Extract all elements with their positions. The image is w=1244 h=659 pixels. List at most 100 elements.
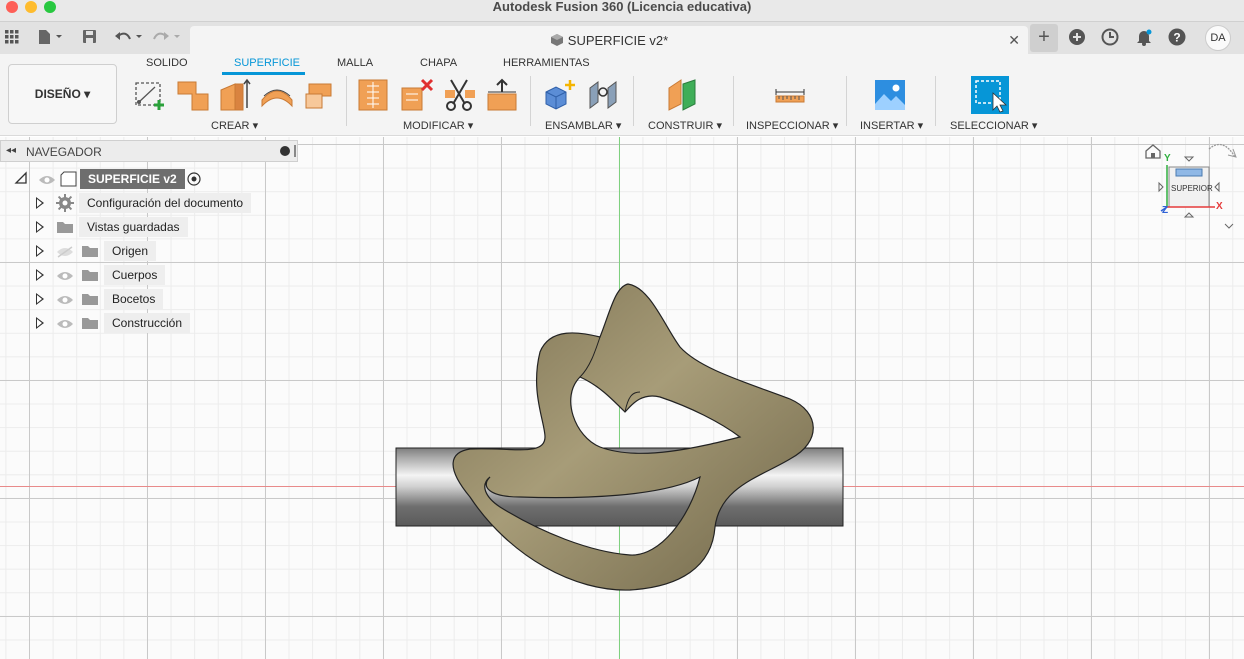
save-icon[interactable] bbox=[82, 29, 97, 49]
group-modificar[interactable]: MODIFICAR ▾ bbox=[403, 119, 473, 132]
delete-face-icon[interactable] bbox=[400, 78, 434, 112]
ribbon-toolbar: DISEÑO ▾ SOLIDO SUPERFICIE MALLA CHAPA H… bbox=[0, 54, 1244, 136]
navigator-item[interactable]: Cuerpos bbox=[34, 265, 264, 285]
z-axis-label: Z bbox=[1162, 205, 1169, 216]
group-separator bbox=[846, 76, 847, 126]
gear-icon bbox=[56, 194, 74, 217]
view-cube[interactable]: SUPERIOR Y X Z bbox=[1145, 139, 1240, 234]
offset-surface-icon[interactable] bbox=[357, 78, 391, 112]
group-insertar[interactable]: INSERTAR ▾ bbox=[860, 119, 923, 132]
collapse-root-icon[interactable] bbox=[14, 171, 28, 190]
navigator-item[interactable]: Bocetos bbox=[34, 289, 264, 309]
trim-icon[interactable] bbox=[443, 78, 477, 112]
navigator-title: NAVEGADOR bbox=[26, 145, 102, 159]
construction-plane-icon[interactable] bbox=[666, 78, 700, 112]
window-title: Autodesk Fusion 360 (Licencia educativa) bbox=[492, 0, 752, 14]
extrude-surface-icon[interactable] bbox=[176, 78, 210, 112]
help-icon[interactable]: ? bbox=[1168, 28, 1186, 51]
eye-icon[interactable] bbox=[56, 317, 74, 335]
navigator-item[interactable]: Origen bbox=[34, 241, 264, 261]
eye-icon[interactable] bbox=[38, 173, 56, 191]
workspace-selector[interactable]: DISEÑO ▾ bbox=[8, 64, 117, 124]
component-icon bbox=[550, 33, 564, 50]
joint-icon[interactable] bbox=[586, 78, 620, 112]
group-separator bbox=[633, 76, 634, 126]
group-construir-label: CONSTRUIR bbox=[648, 120, 714, 132]
group-separator bbox=[935, 76, 936, 126]
group-inspeccionar[interactable]: INSPECCIONAR ▾ bbox=[746, 119, 838, 132]
svg-text:?: ? bbox=[1173, 31, 1180, 45]
insert-image-icon[interactable] bbox=[873, 78, 907, 112]
folder-icon bbox=[56, 220, 74, 239]
navigator-item-label: Bocetos bbox=[104, 289, 164, 309]
tab-malla[interactable]: MALLA bbox=[337, 57, 373, 69]
eye-hidden-icon[interactable] bbox=[56, 245, 74, 263]
group-separator bbox=[733, 76, 734, 126]
navigator-header[interactable]: ◂◂ NAVEGADOR bbox=[0, 140, 298, 162]
job-status-icon[interactable] bbox=[1101, 28, 1119, 51]
group-inspeccionar-label: INSPECCIONAR bbox=[746, 120, 830, 132]
navigator-item-label: Configuración del documento bbox=[79, 193, 252, 213]
redo-icon[interactable] bbox=[152, 29, 182, 50]
resize-handle[interactable] bbox=[294, 145, 296, 157]
folder-icon bbox=[81, 268, 99, 287]
expand-arrow-icon[interactable] bbox=[36, 221, 44, 233]
tab-solido[interactable]: SOLIDO bbox=[146, 57, 188, 69]
navigator-item-label: Cuerpos bbox=[104, 265, 166, 285]
group-seleccionar[interactable]: SELECCIONAR ▾ bbox=[950, 119, 1037, 132]
document-tab[interactable]: SUPERFICIE v2* ✕ bbox=[190, 26, 1028, 54]
loft-icon[interactable] bbox=[303, 78, 337, 112]
collapse-navigator-icon[interactable]: ◂◂ bbox=[6, 145, 16, 156]
create-sketch-icon[interactable] bbox=[133, 78, 167, 112]
chevron-down-icon: ▾ bbox=[84, 87, 91, 101]
document-tab-title: SUPERFICIE v2* bbox=[567, 33, 669, 48]
notifications-icon[interactable] bbox=[1135, 28, 1153, 51]
group-crear[interactable]: CREAR ▾ bbox=[211, 119, 258, 132]
file-menu-icon[interactable] bbox=[37, 29, 65, 50]
close-tab-icon[interactable]: ✕ bbox=[1008, 32, 1020, 49]
viewport-canvas[interactable]: SUPERIOR Y X Z bbox=[0, 137, 1244, 659]
group-separator bbox=[530, 76, 531, 126]
expand-arrow-icon[interactable] bbox=[36, 197, 44, 209]
user-avatar[interactable]: DA bbox=[1205, 25, 1231, 51]
tab-superficie[interactable]: SUPERFICIE bbox=[234, 57, 300, 69]
navigator-item[interactable]: Configuración del documento bbox=[34, 193, 264, 213]
expand-arrow-icon[interactable] bbox=[36, 269, 44, 281]
sweep-icon[interactable] bbox=[260, 78, 294, 112]
document-icon bbox=[60, 171, 78, 192]
activate-radio-icon[interactable] bbox=[187, 172, 201, 191]
expand-arrow-icon[interactable] bbox=[36, 245, 44, 257]
measure-icon[interactable] bbox=[773, 78, 807, 112]
tab-chapa[interactable]: CHAPA bbox=[420, 57, 457, 69]
group-insertar-label: INSERTAR bbox=[860, 120, 915, 132]
document-tab-bar: SUPERFICIE v2* ✕ + ? DA bbox=[0, 22, 1244, 54]
expand-arrow-icon[interactable] bbox=[36, 293, 44, 305]
undo-icon[interactable] bbox=[114, 29, 144, 50]
navigator-item-label: Origen bbox=[104, 241, 157, 261]
navigator-item[interactable]: Vistas guardadas bbox=[34, 217, 264, 237]
new-tab-button[interactable]: + bbox=[1030, 24, 1058, 52]
navigator-item[interactable]: Construcción bbox=[34, 313, 264, 333]
folder-icon bbox=[81, 292, 99, 311]
navigator-item-label: Construcción bbox=[104, 313, 191, 333]
eye-icon[interactable] bbox=[56, 293, 74, 311]
expand-arrow-icon[interactable] bbox=[36, 317, 44, 329]
surface-body bbox=[452, 283, 814, 591]
extend-icon[interactable] bbox=[486, 78, 520, 112]
extensions-icon[interactable] bbox=[1068, 28, 1086, 51]
group-ensamblar-label: ENSAMBLAR bbox=[545, 120, 613, 132]
folder-icon bbox=[81, 244, 99, 263]
tab-herramientas[interactable]: HERRAMIENTAS bbox=[503, 57, 590, 69]
group-construir[interactable]: CONSTRUIR ▾ bbox=[648, 119, 722, 132]
navigator-root[interactable]: SUPERFICIE v2 bbox=[14, 169, 214, 189]
select-icon[interactable] bbox=[971, 76, 1009, 114]
new-component-icon[interactable] bbox=[543, 78, 577, 112]
revolve-icon[interactable] bbox=[218, 78, 252, 112]
group-ensamblar[interactable]: ENSAMBLAR ▾ bbox=[545, 119, 621, 132]
workspace-label: DISEÑO bbox=[34, 87, 81, 101]
eye-icon[interactable] bbox=[56, 269, 74, 287]
view-cube-face-label[interactable]: SUPERIOR bbox=[1171, 184, 1213, 193]
minimize-navigator-icon[interactable] bbox=[280, 146, 290, 156]
group-crear-label: CREAR bbox=[211, 120, 250, 132]
app-grid-icon[interactable] bbox=[5, 30, 19, 49]
